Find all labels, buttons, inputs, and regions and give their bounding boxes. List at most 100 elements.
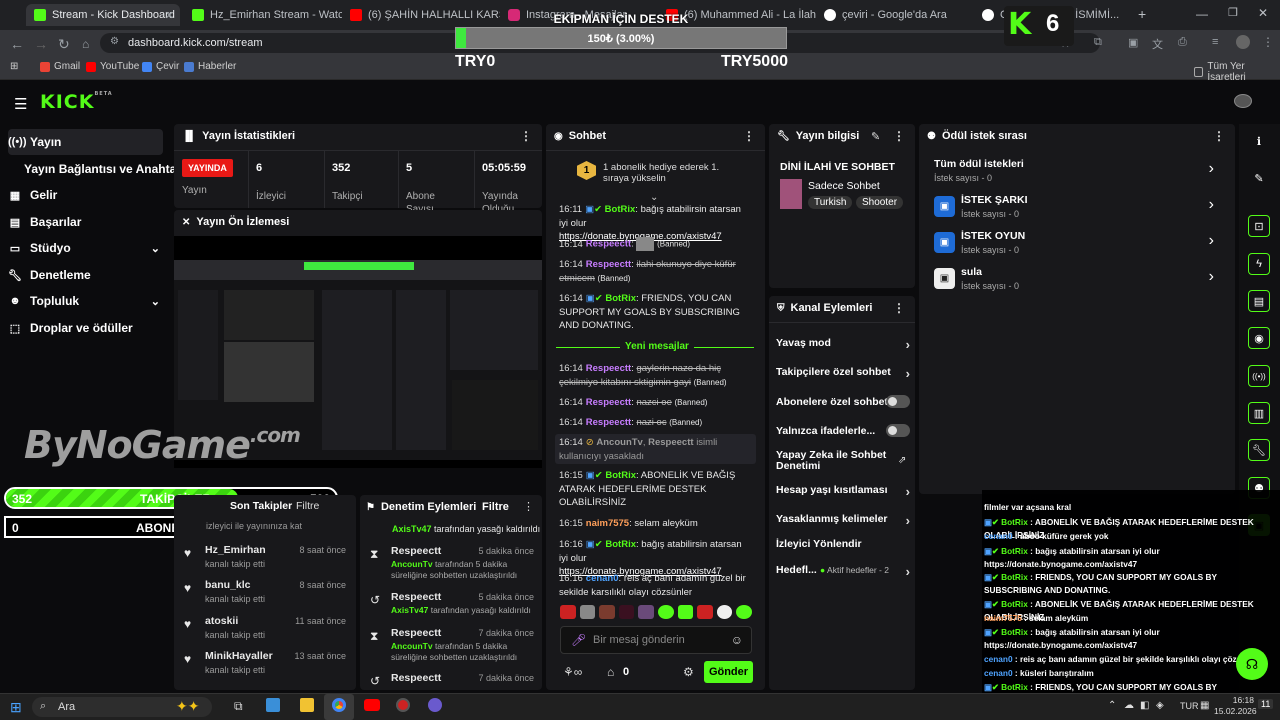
send-button[interactable]: Gönder — [704, 661, 753, 683]
document-icon[interactable]: ▤ — [1248, 290, 1270, 312]
chat-input[interactable]: 🎤︎ Bir mesaj gönderin ☺ — [560, 626, 752, 654]
reward-item[interactable]: ▣ İSTEK OYUN İstek sayısı - 0 › — [934, 230, 1220, 260]
store-icon[interactable]: ▥ — [1248, 402, 1270, 424]
reading-list-icon[interactable]: ≡ — [1212, 36, 1218, 48]
emote[interactable] — [677, 605, 694, 619]
minimize-icon[interactable]: — — [1196, 7, 1208, 21]
settings-gear-icon[interactable]: ⚙ — [683, 665, 694, 679]
emote[interactable] — [560, 605, 576, 619]
action-goals[interactable]: Hedefl... ● Aktif hedefler - 2 › — [776, 564, 910, 579]
action-account-age[interactable]: Hesap yaşı kısıtlaması › — [776, 484, 910, 499]
emote[interactable] — [599, 605, 615, 619]
more-icon[interactable]: ⋮ — [893, 129, 905, 143]
tab-hz-emirhan[interactable]: Hz_Emirhan Stream - Watch Li — [192, 4, 342, 26]
action-slow-mode[interactable]: Yavaş mod › — [776, 337, 910, 352]
nav-item-denetleme[interactable]: 🔧︎ Denetleme — [8, 262, 91, 288]
nav-item-studyo[interactable]: ▭ Stüdyo ⌄ — [8, 235, 160, 261]
emotes-only-toggle[interactable] — [886, 424, 910, 437]
nav-item-basarilar[interactable]: ▤ Başarılar — [8, 209, 82, 235]
menu-icon[interactable]: ⋮ — [1262, 35, 1274, 49]
external-link-icon[interactable]: ⇗ — [898, 455, 906, 466]
support-chat-icon[interactable]: ☊ — [1236, 648, 1268, 680]
tag-chip[interactable]: Shooter — [856, 196, 904, 209]
bookmark-youtube[interactable]: YouTube — [86, 61, 139, 72]
reward-item[interactable]: ▣ sula İstek sayısı - 0 › — [934, 266, 1220, 296]
channel-points-icon[interactable]: ⚘∞ — [563, 665, 582, 679]
emote[interactable] — [579, 605, 596, 619]
youtube-app-icon[interactable] — [364, 699, 380, 711]
subs-only-toggle[interactable] — [886, 395, 910, 408]
network-icon[interactable]: ▦ — [1200, 700, 1209, 711]
nav-item-topluluk[interactable]: ☻ Topluluk ⌄ — [8, 288, 160, 314]
bookmark-news[interactable]: Haberler — [184, 61, 236, 72]
restore-icon[interactable]: ❐ — [1228, 6, 1238, 19]
action-emotes-only[interactable]: Yalnızca ifadelerle... — [776, 424, 910, 437]
action-ai-moderation[interactable]: Yapay Zeka ile Sohbet Denetimi — [776, 450, 892, 472]
user-avatar[interactable] — [1234, 94, 1252, 108]
translate-icon[interactable]: 文 — [1152, 36, 1163, 52]
taskbar-search[interactable]: ⌕ Ara ✦✦ — [32, 697, 212, 717]
clock[interactable]: 16:18 15.02.2026 — [1214, 695, 1257, 717]
bookmark-gmail[interactable]: Gmail — [40, 61, 80, 72]
nav-item-stream-key[interactable]: Yayın Bağlantısı ve Anahtarı — [24, 156, 184, 182]
chrome-icon[interactable] — [332, 698, 346, 712]
microphone-icon[interactable]: 🎤︎ — [571, 633, 586, 647]
back-icon[interactable]: ← — [10, 36, 24, 52]
tab-google[interactable]: çeviri - Google'da Ara — [824, 4, 974, 26]
bookmark-translate[interactable]: Çevir — [142, 61, 179, 72]
language-indicator[interactable]: TUR — [1180, 701, 1199, 711]
reload-icon[interactable]: ↻ — [58, 36, 70, 53]
close-icon[interactable]: ✕ — [165, 9, 174, 22]
followers-filter[interactable]: Filtre — [296, 500, 319, 512]
task-view-icon[interactable]: ⧉ — [234, 699, 243, 714]
mod-filter-button[interactable]: Filtre — [482, 501, 509, 513]
edit-pencil-icon[interactable]: ✎ — [1248, 167, 1270, 189]
action-subs-only[interactable]: Abonelere özel sohbet — [776, 395, 910, 408]
chat-icon[interactable]: ◉ — [1248, 327, 1270, 349]
layout-icon[interactable]: ⊡ — [1248, 215, 1270, 237]
store-icon[interactable]: ⌂ — [607, 665, 614, 679]
file-explorer-icon[interactable] — [300, 698, 314, 712]
emote[interactable] — [618, 605, 635, 619]
emote[interactable] — [736, 605, 752, 619]
info-icon[interactable]: ℹ — [1248, 130, 1270, 152]
nav-item-gelir[interactable]: ▦ Gelir — [8, 182, 58, 208]
profile-avatar[interactable] — [1236, 35, 1250, 49]
action-raid[interactable]: İzleyici Yönlendir — [776, 538, 910, 550]
more-icon[interactable]: ⋮ — [1213, 129, 1225, 143]
reward-all[interactable]: Tüm ödül istekleri İstek sayısı - 0 › — [934, 158, 1220, 188]
tray-chevron-icon[interactable]: ⌃ — [1108, 700, 1116, 711]
emoji-icon[interactable]: ☺ — [731, 633, 743, 647]
extension-icon[interactable]: ▣ — [1128, 36, 1138, 49]
broadcast-icon[interactable]: ((•)) — [1248, 365, 1270, 387]
close-window-icon[interactable]: ✕ — [1258, 6, 1268, 20]
print-icon[interactable]: ⎙ — [1178, 36, 1187, 49]
cloud-icon[interactable]: ☁ — [1124, 700, 1134, 711]
tag-chip[interactable]: Turkish — [808, 196, 853, 209]
nav-item-droplar[interactable]: ⬚ Droplar ve ödüller — [8, 315, 133, 341]
emote[interactable] — [638, 605, 654, 619]
more-icon[interactable]: ⋮ — [520, 129, 532, 143]
more-icon[interactable]: ⋮ — [893, 301, 905, 315]
lightning-icon[interactable]: ϟ — [1248, 253, 1270, 275]
tray-app-icon[interactable]: ◈ — [1156, 700, 1164, 711]
obs-icon[interactable] — [396, 698, 410, 712]
edit-pencil-icon[interactable]: ✎ — [871, 130, 880, 143]
emote[interactable] — [716, 605, 733, 619]
more-icon[interactable]: ⋮ — [743, 129, 755, 143]
category-name[interactable]: Sadece Sohbet — [808, 180, 880, 192]
action-followers-only[interactable]: Takipçilere özel sohbet › — [776, 366, 910, 381]
new-tab-icon[interactable]: + — [1138, 6, 1146, 22]
kick-logo[interactable]: KICKBETA — [40, 91, 113, 113]
discord-icon[interactable] — [428, 698, 442, 712]
extensions-icon[interactable]: ⧉ — [1094, 36, 1102, 49]
notification-badge[interactable]: 11 — [1258, 699, 1274, 709]
pinned-message[interactable]: 1 abonelik hediye ederek 1. sıraya yükse… — [603, 162, 743, 184]
reward-item[interactable]: ▣ İSTEK ŞARKI İstek sayısı - 0 › — [934, 194, 1220, 224]
action-banned-words[interactable]: Yasaklanmış kelimeler › — [776, 513, 910, 528]
nav-item-yayin[interactable]: ((•)) Yayın — [8, 129, 61, 155]
wrench-icon[interactable]: 🔧︎ — [1248, 439, 1270, 461]
emote[interactable] — [697, 605, 713, 619]
forward-icon[interactable]: → — [34, 36, 48, 52]
more-icon[interactable]: ⋮ — [523, 500, 534, 513]
